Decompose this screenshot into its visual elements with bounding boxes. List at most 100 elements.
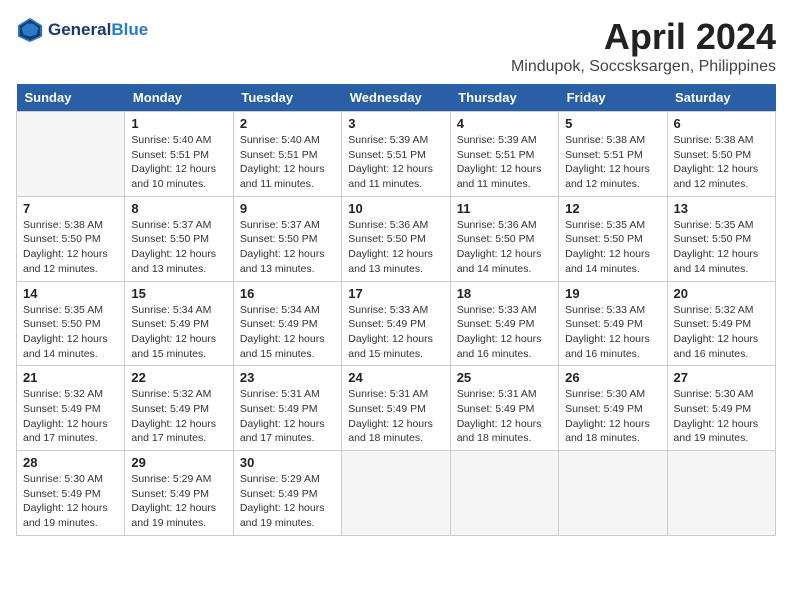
logo-text: GeneralBlue (48, 21, 148, 40)
calendar-cell: 17Sunrise: 5:33 AM Sunset: 5:49 PM Dayli… (342, 281, 450, 366)
day-number: 6 (674, 116, 769, 131)
day-info: Sunrise: 5:33 AM Sunset: 5:49 PM Dayligh… (457, 303, 552, 362)
week-row-5: 28 Sunrise: 5:30 AM Sunset: 5:49 PM Dayli… (17, 451, 776, 536)
calendar-cell: 29Sunrise: 5:29 AM Sunset: 5:49 PM Dayli… (125, 451, 233, 536)
day-number: 1 (131, 116, 226, 131)
day-number: 21 (23, 370, 118, 385)
day-number: 14 (23, 286, 118, 301)
calendar-cell: 8 Sunrise: 5:37 AM Sunset: 5:50 PM Daylig… (125, 196, 233, 281)
page-header: GeneralBlue April 2024 Mindupok, Soccsks… (16, 16, 776, 76)
day-info: Sunrise: 5:32 AM Sunset: 5:49 PM Dayligh… (131, 387, 226, 446)
day-info: Sunrise: 5:39 AM Sunset: 5:51 PM Dayligh… (457, 133, 552, 192)
week-row-2: 7 Sunrise: 5:38 AM Sunset: 5:50 PM Daylig… (17, 196, 776, 281)
day-info: Sunrise: 5:33 AM Sunset: 5:49 PM Dayligh… (565, 303, 660, 362)
title-block: April 2024 Mindupok, Soccsksargen, Phili… (511, 16, 776, 76)
location: Mindupok, Soccsksargen, Philippines (511, 58, 776, 76)
day-info: Sunrise: 5:38 AM Sunset: 5:50 PM Dayligh… (674, 133, 769, 192)
calendar-body: 1 Sunrise: 5:40 AM Sunset: 5:51 PM Daylig… (17, 112, 776, 536)
calendar-cell: 20Sunrise: 5:32 AM Sunset: 5:49 PM Dayli… (667, 281, 775, 366)
day-number: 9 (240, 201, 335, 216)
calendar-cell: 10Sunrise: 5:36 AM Sunset: 5:50 PM Dayli… (342, 196, 450, 281)
day-info: Sunrise: 5:35 AM Sunset: 5:50 PM Dayligh… (565, 218, 660, 277)
calendar-cell: 23 Sunrise: 5:31 AM Sunset: 5:49 PM Dayli… (233, 366, 341, 451)
calendar-cell (17, 112, 125, 197)
day-header-thursday: Thursday (450, 84, 558, 112)
day-number: 8 (131, 201, 226, 216)
day-info: Sunrise: 5:34 AM Sunset: 5:49 PM Dayligh… (131, 303, 226, 362)
day-number: 27 (674, 370, 769, 385)
calendar-cell: 6 Sunrise: 5:38 AM Sunset: 5:50 PM Daylig… (667, 112, 775, 197)
calendar-cell: 24Sunrise: 5:31 AM Sunset: 5:49 PM Dayli… (342, 366, 450, 451)
day-number: 29 (131, 455, 226, 470)
calendar-cell: 26Sunrise: 5:30 AM Sunset: 5:49 PM Dayli… (559, 366, 667, 451)
calendar-cell: 21 Sunrise: 5:32 AM Sunset: 5:49 PM Dayli… (17, 366, 125, 451)
day-header-monday: Monday (125, 84, 233, 112)
day-info: Sunrise: 5:35 AM Sunset: 5:50 PM Dayligh… (674, 218, 769, 277)
day-info: Sunrise: 5:31 AM Sunset: 5:49 PM Dayligh… (240, 387, 335, 446)
calendar-cell: 11Sunrise: 5:36 AM Sunset: 5:50 PM Dayli… (450, 196, 558, 281)
calendar-cell: 2 Sunrise: 5:40 AM Sunset: 5:51 PM Daylig… (233, 112, 341, 197)
calendar-cell: 3 Sunrise: 5:39 AM Sunset: 5:51 PM Daylig… (342, 112, 450, 197)
calendar-cell: 28 Sunrise: 5:30 AM Sunset: 5:49 PM Dayli… (17, 451, 125, 536)
calendar-cell: 19Sunrise: 5:33 AM Sunset: 5:49 PM Dayli… (559, 281, 667, 366)
day-number: 25 (457, 370, 552, 385)
calendar-cell: 14 Sunrise: 5:35 AM Sunset: 5:50 PM Dayli… (17, 281, 125, 366)
day-header-tuesday: Tuesday (233, 84, 341, 112)
day-number: 28 (23, 455, 118, 470)
day-info: Sunrise: 5:38 AM Sunset: 5:50 PM Dayligh… (23, 218, 118, 277)
calendar-cell: 1 Sunrise: 5:40 AM Sunset: 5:51 PM Daylig… (125, 112, 233, 197)
calendar-cell: 30 Sunrise: 5:29 AM Sunset: 5:49 PM Dayli… (233, 451, 341, 536)
day-info: Sunrise: 5:36 AM Sunset: 5:50 PM Dayligh… (457, 218, 552, 277)
day-info: Sunrise: 5:37 AM Sunset: 5:50 PM Dayligh… (131, 218, 226, 277)
day-header-saturday: Saturday (667, 84, 775, 112)
day-info: Sunrise: 5:31 AM Sunset: 5:49 PM Dayligh… (457, 387, 552, 446)
day-info: Sunrise: 5:40 AM Sunset: 5:51 PM Dayligh… (131, 133, 226, 192)
logo-general: General (48, 20, 111, 39)
day-header-friday: Friday (559, 84, 667, 112)
day-number: 13 (674, 201, 769, 216)
day-number: 22 (131, 370, 226, 385)
month-title: April 2024 (511, 16, 776, 58)
day-header-wednesday: Wednesday (342, 84, 450, 112)
calendar-cell (342, 451, 450, 536)
day-number: 23 (240, 370, 335, 385)
day-header-sunday: Sunday (17, 84, 125, 112)
calendar-cell: 5Sunrise: 5:38 AM Sunset: 5:51 PM Daylig… (559, 112, 667, 197)
calendar-cell: 9Sunrise: 5:37 AM Sunset: 5:50 PM Daylig… (233, 196, 341, 281)
day-number: 16 (240, 286, 335, 301)
week-row-3: 14 Sunrise: 5:35 AM Sunset: 5:50 PM Dayli… (17, 281, 776, 366)
day-info: Sunrise: 5:30 AM Sunset: 5:49 PM Dayligh… (23, 472, 118, 531)
day-number: 3 (348, 116, 443, 131)
day-number: 5 (565, 116, 660, 131)
calendar-header-row: SundayMondayTuesdayWednesdayThursdayFrid… (17, 84, 776, 112)
week-row-4: 21 Sunrise: 5:32 AM Sunset: 5:49 PM Dayli… (17, 366, 776, 451)
day-number: 4 (457, 116, 552, 131)
logo-icon (16, 16, 44, 44)
calendar-cell: 16Sunrise: 5:34 AM Sunset: 5:49 PM Dayli… (233, 281, 341, 366)
day-number: 15 (131, 286, 226, 301)
day-number: 30 (240, 455, 335, 470)
day-info: Sunrise: 5:40 AM Sunset: 5:51 PM Dayligh… (240, 133, 335, 192)
day-number: 7 (23, 201, 118, 216)
day-info: Sunrise: 5:35 AM Sunset: 5:50 PM Dayligh… (23, 303, 118, 362)
calendar-cell: 15 Sunrise: 5:34 AM Sunset: 5:49 PM Dayli… (125, 281, 233, 366)
calendar-cell: 22 Sunrise: 5:32 AM Sunset: 5:49 PM Dayli… (125, 366, 233, 451)
calendar-cell: 7 Sunrise: 5:38 AM Sunset: 5:50 PM Daylig… (17, 196, 125, 281)
calendar-cell: 27 Sunrise: 5:30 AM Sunset: 5:49 PM Dayli… (667, 366, 775, 451)
day-number: 10 (348, 201, 443, 216)
day-info: Sunrise: 5:29 AM Sunset: 5:49 PM Dayligh… (240, 472, 335, 531)
calendar-cell: 13 Sunrise: 5:35 AM Sunset: 5:50 PM Dayli… (667, 196, 775, 281)
day-info: Sunrise: 5:30 AM Sunset: 5:49 PM Dayligh… (565, 387, 660, 446)
calendar-cell: 12Sunrise: 5:35 AM Sunset: 5:50 PM Dayli… (559, 196, 667, 281)
day-info: Sunrise: 5:33 AM Sunset: 5:49 PM Dayligh… (348, 303, 443, 362)
calendar-cell (559, 451, 667, 536)
day-info: Sunrise: 5:32 AM Sunset: 5:49 PM Dayligh… (23, 387, 118, 446)
day-info: Sunrise: 5:39 AM Sunset: 5:51 PM Dayligh… (348, 133, 443, 192)
day-info: Sunrise: 5:30 AM Sunset: 5:49 PM Dayligh… (674, 387, 769, 446)
day-number: 18 (457, 286, 552, 301)
day-number: 2 (240, 116, 335, 131)
calendar-cell: 4 Sunrise: 5:39 AM Sunset: 5:51 PM Daylig… (450, 112, 558, 197)
calendar-cell (667, 451, 775, 536)
calendar-table: SundayMondayTuesdayWednesdayThursdayFrid… (16, 84, 776, 536)
logo-blue: Blue (111, 20, 148, 39)
